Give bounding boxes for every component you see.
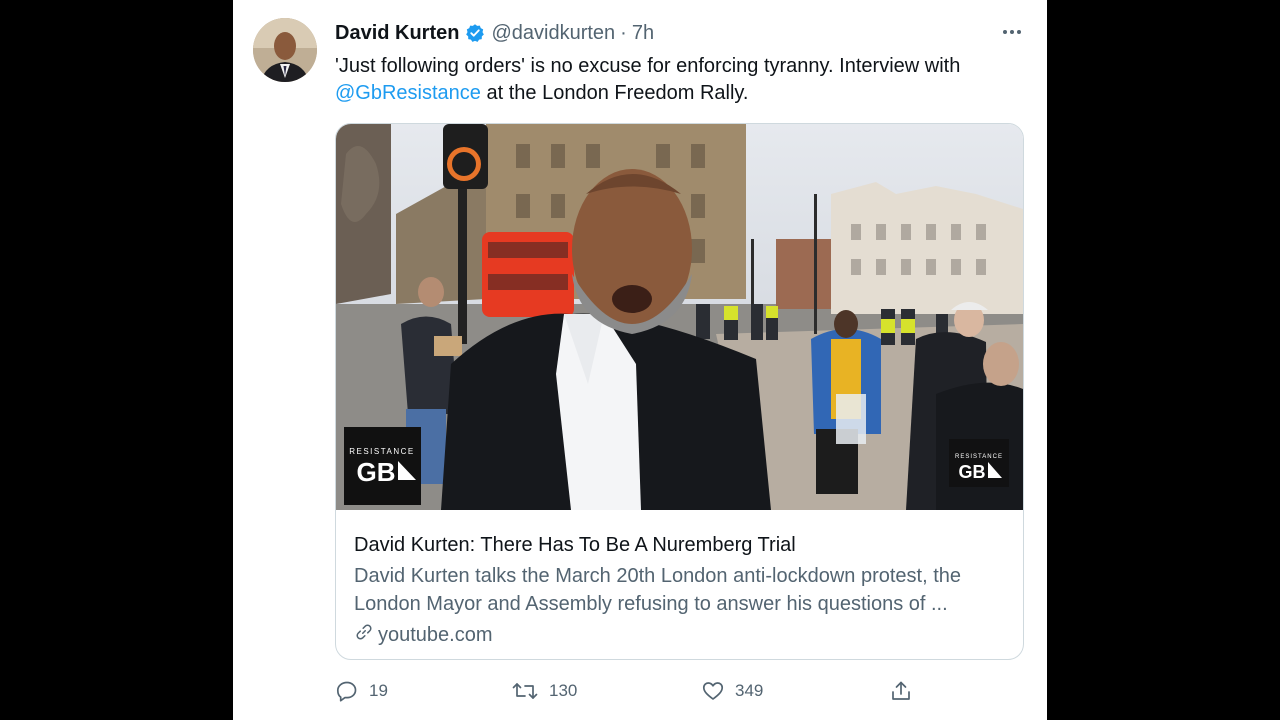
share-button[interactable] — [889, 676, 913, 706]
like-count: 349 — [735, 681, 764, 700]
link-preview-card[interactable]: RESISTANCE GB RESISTANCE GB David Kurten… — [335, 123, 1024, 660]
author-avatar[interactable] — [253, 18, 317, 82]
author-handle[interactable]: @davidkurten — [491, 22, 615, 45]
resistance-gb-logo-small: RESISTANCE GB — [949, 439, 1009, 487]
watermark-main-text: GB — [357, 457, 396, 487]
reply-icon — [335, 679, 359, 703]
resistance-gb-logo: RESISTANCE GB — [344, 427, 421, 505]
reply-button[interactable]: 19 — [335, 676, 388, 706]
retweet-count: 130 — [549, 681, 578, 700]
heart-icon — [701, 679, 725, 703]
tweet-card[interactable]: David Kurten @davidkurten · 7h 'Just fol… — [233, 0, 1047, 720]
header-separator: · — [620, 21, 627, 44]
tweet-actions: 19 130 349 — [335, 676, 1025, 706]
tweet-header: David Kurten @davidkurten · 7h — [335, 20, 654, 46]
verified-badge-icon — [465, 23, 485, 43]
tweet-text: 'Just following orders' is no excuse for… — [335, 53, 1025, 107]
share-icon — [889, 679, 913, 703]
link-icon — [354, 622, 374, 648]
mention-link[interactable]: @GbResistance — [335, 82, 481, 104]
watermark-top-text: RESISTANCE — [349, 447, 415, 456]
author-name[interactable]: David Kurten — [335, 22, 459, 45]
tweet-text-end: at the London Freedom Rally. — [480, 82, 749, 104]
more-options-icon[interactable] — [997, 20, 1027, 44]
card-body[interactable]: David Kurten: There Has To Be A Nurember… — [354, 532, 1004, 648]
watermark-main-text-small: GB — [959, 462, 986, 482]
watermark-top-text-small: RESISTANCE — [955, 454, 1003, 460]
card-description: David Kurten talks the March 20th London… — [354, 565, 962, 615]
retweet-button[interactable]: 130 — [511, 676, 577, 706]
tweet-timestamp[interactable]: 7h — [632, 22, 654, 45]
video-thumbnail[interactable]: RESISTANCE GB RESISTANCE GB — [336, 124, 1023, 510]
retweet-icon — [511, 679, 539, 703]
like-button[interactable]: 349 — [701, 676, 763, 706]
reply-count: 19 — [369, 681, 388, 700]
card-domain[interactable]: youtube.com — [354, 622, 1004, 648]
tweet-text-start: 'Just following orders' is no excuse for… — [335, 55, 961, 77]
card-domain-text: youtube.com — [378, 623, 493, 646]
card-title[interactable]: David Kurten: There Has To Be A Nurember… — [354, 532, 1004, 558]
